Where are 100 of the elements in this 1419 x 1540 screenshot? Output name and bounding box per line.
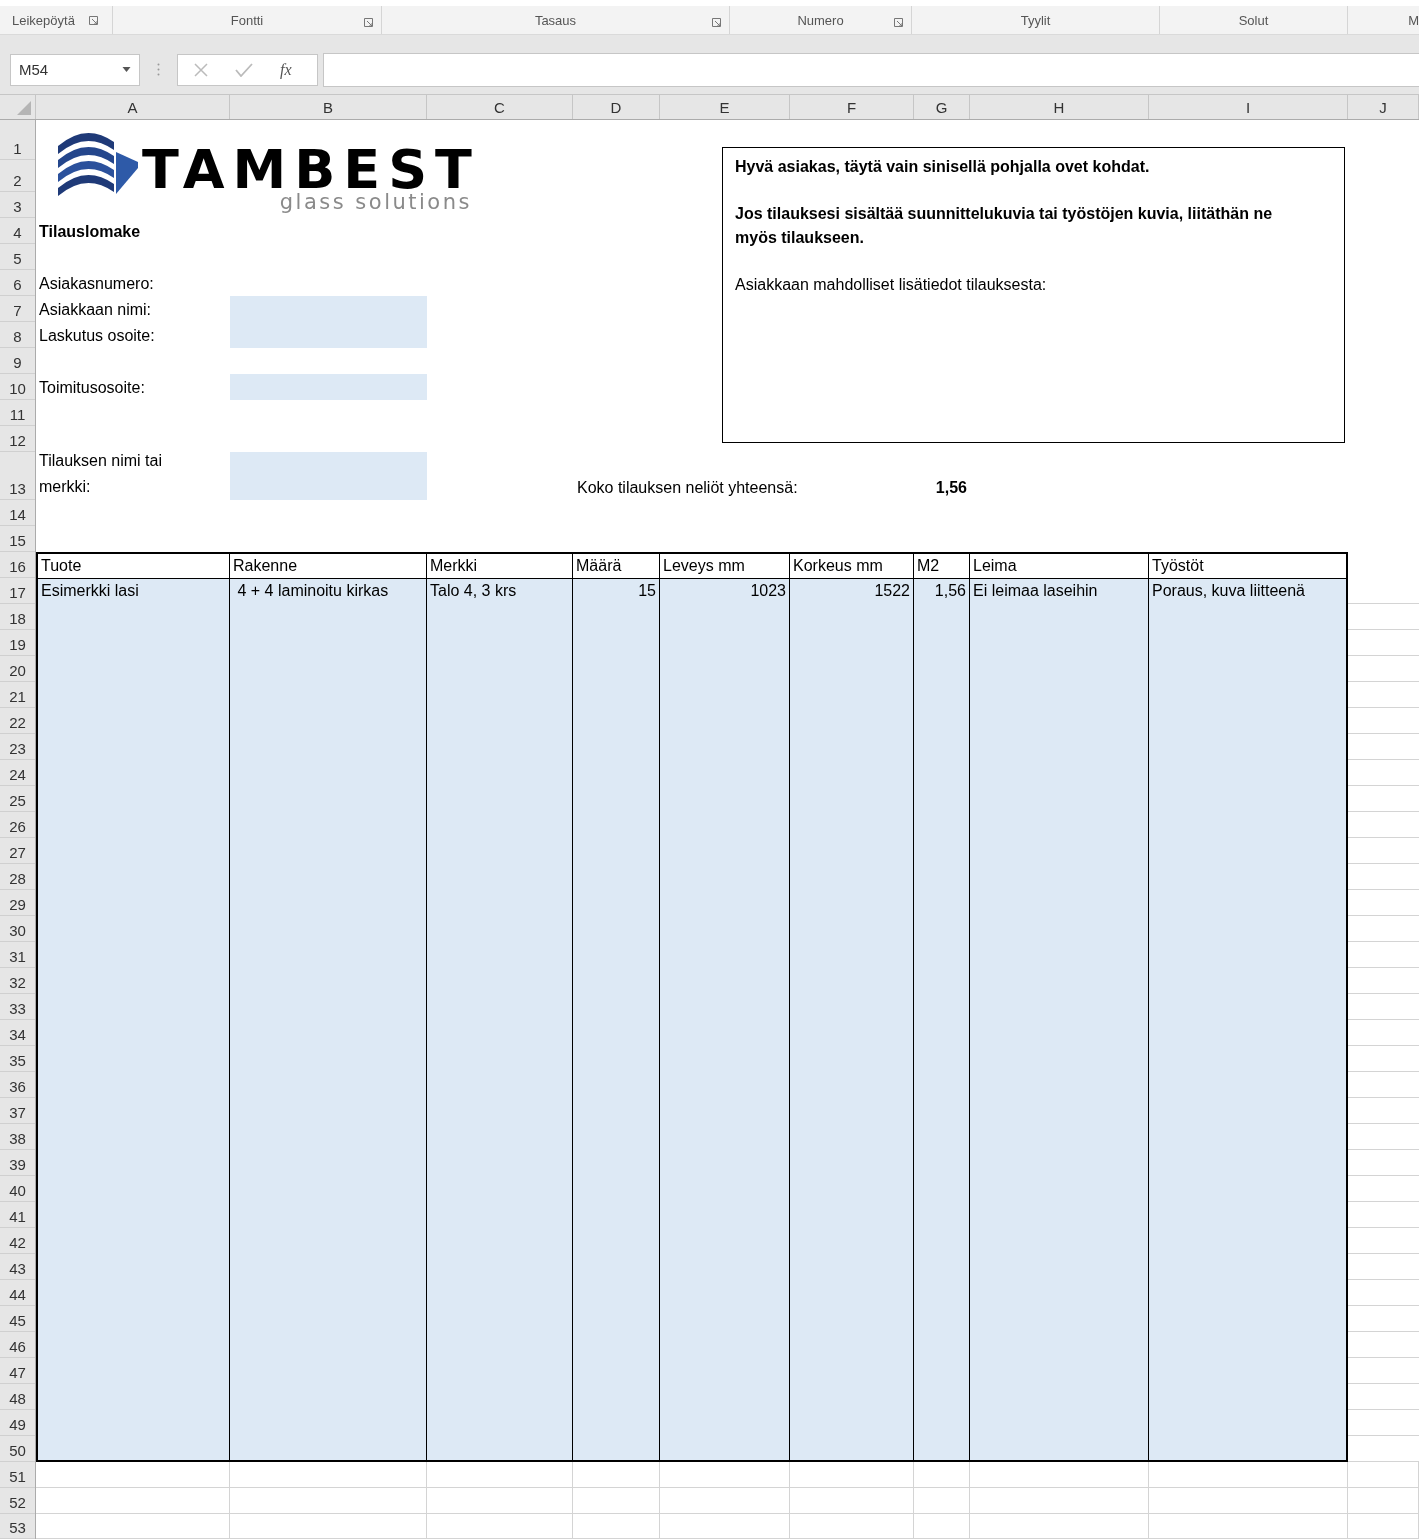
dialog-launcher-icon[interactable] xyxy=(88,15,98,25)
row-header[interactable]: 22 xyxy=(9,714,26,731)
column-header[interactable]: E xyxy=(660,95,790,119)
empty-cell[interactable] xyxy=(230,1488,427,1514)
empty-cell[interactable] xyxy=(427,1462,573,1488)
row-header[interactable]: 3 xyxy=(13,198,22,215)
row-header[interactable]: 26 xyxy=(9,818,26,835)
empty-cell[interactable] xyxy=(1348,1462,1419,1488)
empty-cell[interactable] xyxy=(914,1488,970,1514)
dialog-launcher-icon[interactable] xyxy=(364,18,373,27)
row-header[interactable]: 11 xyxy=(9,406,26,423)
table-cell[interactable]: 1,56 xyxy=(914,579,969,605)
row-header[interactable]: 48 xyxy=(9,1390,26,1407)
column-header[interactable]: A xyxy=(36,95,230,119)
row-header[interactable]: 8 xyxy=(13,328,22,345)
row-header[interactable]: 42 xyxy=(9,1234,26,1251)
row-header[interactable]: 32 xyxy=(9,974,26,991)
row-header[interactable]: 6 xyxy=(13,276,22,293)
table-cell[interactable]: Poraus, kuva liitteenä xyxy=(1149,579,1346,605)
row-header[interactable]: 39 xyxy=(9,1156,26,1173)
row-header[interactable]: 29 xyxy=(9,896,26,913)
row-header[interactable]: 2 xyxy=(13,172,22,189)
empty-cell[interactable] xyxy=(790,1488,914,1514)
empty-cell[interactable] xyxy=(573,1462,660,1488)
empty-cell[interactable] xyxy=(427,1514,573,1539)
row-header[interactable]: 20 xyxy=(9,662,26,679)
row-header[interactable]: 21 xyxy=(9,688,26,705)
table-cell[interactable]: 4 + 4 laminoitu kirkas xyxy=(230,579,426,605)
row-header[interactable]: 41 xyxy=(9,1208,26,1225)
row-header[interactable]: 45 xyxy=(9,1312,26,1329)
column-header[interactable]: J xyxy=(1348,95,1419,119)
empty-cell[interactable] xyxy=(970,1514,1149,1539)
empty-cell[interactable] xyxy=(970,1488,1149,1514)
row-header[interactable]: 23 xyxy=(9,740,26,757)
row-header[interactable]: 14 xyxy=(9,506,26,523)
row-header[interactable]: 38 xyxy=(9,1130,26,1147)
empty-cell[interactable] xyxy=(660,1514,790,1539)
row-header[interactable]: 46 xyxy=(9,1338,26,1355)
row-header[interactable]: 4 xyxy=(13,224,22,241)
empty-cell[interactable] xyxy=(1149,1462,1348,1488)
table-cell[interactable]: 1522 xyxy=(790,579,913,605)
empty-cell[interactable] xyxy=(230,1514,427,1539)
more-icon[interactable] xyxy=(157,63,160,76)
empty-cell[interactable] xyxy=(36,1488,230,1514)
row-header[interactable]: 19 xyxy=(9,636,26,653)
row-header[interactable]: 51 xyxy=(9,1468,26,1485)
column-header[interactable]: H xyxy=(970,95,1149,119)
column-header[interactable]: F xyxy=(790,95,914,119)
select-all-icon[interactable] xyxy=(17,101,31,115)
row-header[interactable]: 50 xyxy=(9,1442,26,1459)
table-cell[interactable]: Talo 4, 3 krs xyxy=(427,579,572,605)
empty-cell[interactable] xyxy=(573,1514,660,1539)
empty-cell[interactable] xyxy=(1348,1514,1419,1539)
column-header[interactable]: G xyxy=(914,95,970,119)
name-box[interactable]: M54 xyxy=(10,53,140,86)
caret-icon[interactable] xyxy=(122,67,131,72)
row-header[interactable]: 1 xyxy=(13,140,22,157)
row-header[interactable]: 52 xyxy=(9,1494,26,1511)
input-field[interactable] xyxy=(230,452,427,500)
row-header[interactable]: 7 xyxy=(13,302,22,319)
check-icon[interactable] xyxy=(235,62,253,77)
row-header[interactable]: 43 xyxy=(9,1260,26,1277)
row-header[interactable]: 36 xyxy=(9,1078,26,1095)
column-header[interactable]: D xyxy=(573,95,660,119)
dialog-launcher-icon[interactable] xyxy=(712,18,721,27)
empty-cell[interactable] xyxy=(427,1488,573,1514)
row-header[interactable]: 24 xyxy=(9,766,26,783)
empty-cell[interactable] xyxy=(914,1462,970,1488)
empty-cell[interactable] xyxy=(573,1488,660,1514)
empty-cell[interactable] xyxy=(790,1514,914,1539)
empty-cell[interactable] xyxy=(36,1514,230,1539)
row-header[interactable]: 33 xyxy=(9,1000,26,1017)
table-cell[interactable]: 1023 xyxy=(660,579,789,605)
row-header[interactable]: 49 xyxy=(9,1416,26,1433)
insert-function-button[interactable]: fx xyxy=(280,60,292,79)
row-header[interactable]: 15 xyxy=(9,532,26,549)
cancel-icon[interactable] xyxy=(194,62,208,77)
column-header[interactable]: C xyxy=(427,95,573,119)
column-header[interactable]: I xyxy=(1149,95,1348,119)
row-header[interactable]: 44 xyxy=(9,1286,26,1303)
row-header[interactable]: 16 xyxy=(9,558,26,575)
table-cell[interactable]: Esimerkki lasi xyxy=(38,579,229,605)
empty-cell[interactable] xyxy=(660,1488,790,1514)
empty-cell[interactable] xyxy=(1348,1488,1419,1514)
empty-cell[interactable] xyxy=(1149,1488,1348,1514)
column-header[interactable]: B xyxy=(230,95,427,119)
row-header[interactable]: 35 xyxy=(9,1052,26,1069)
row-header[interactable]: 18 xyxy=(9,610,26,627)
row-header[interactable]: 5 xyxy=(13,250,22,267)
input-field[interactable] xyxy=(230,374,427,400)
row-header[interactable]: 37 xyxy=(9,1104,26,1121)
dialog-launcher-icon[interactable] xyxy=(894,18,903,27)
empty-cell[interactable] xyxy=(660,1462,790,1488)
row-header[interactable]: 17 xyxy=(9,584,26,601)
empty-cell[interactable] xyxy=(790,1462,914,1488)
table-cell[interactable]: Ei leimaa laseihin xyxy=(970,579,1148,605)
input-field[interactable] xyxy=(230,296,427,348)
formula-input[interactable] xyxy=(323,52,1419,87)
row-header[interactable]: 27 xyxy=(9,844,26,861)
empty-cell[interactable] xyxy=(36,1462,230,1488)
